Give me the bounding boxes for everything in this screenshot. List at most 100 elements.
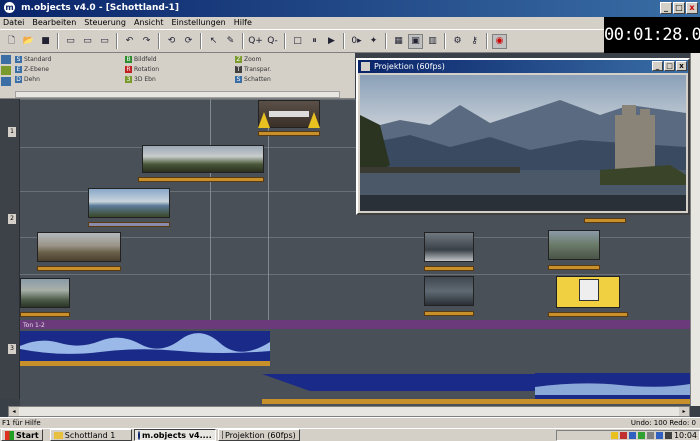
monitor-icon[interactable]: ▣ (408, 33, 423, 49)
tray-icon[interactable] (610, 432, 618, 439)
clip-bar[interactable] (548, 312, 628, 317)
image-clip[interactable] (20, 278, 70, 318)
image-clip[interactable] (258, 100, 320, 140)
insert-image-icon[interactable]: ▭ (63, 34, 78, 49)
tray-icon[interactable] (628, 432, 636, 439)
tray-icon[interactable] (646, 432, 654, 439)
loop-icon[interactable]: ⟲ (164, 34, 179, 49)
task-projektion[interactable]: Projektion (60fps) (217, 429, 300, 441)
tray-icon[interactable] (655, 432, 663, 439)
effect-item[interactable]: Z Zoom (235, 55, 335, 64)
new-file-icon[interactable]: 🗋 (4, 34, 19, 49)
effects-scrollbar[interactable] (15, 91, 340, 98)
projection-window[interactable]: Projektion (60fps) _ □ x (356, 58, 690, 215)
record-icon[interactable]: ◉ (492, 33, 507, 49)
effect-item[interactable]: R Rotation (125, 65, 235, 74)
audio-track[interactable] (20, 329, 690, 406)
clip-bar[interactable] (20, 312, 70, 317)
image-clip[interactable] (584, 216, 626, 226)
image-clip[interactable] (37, 232, 121, 272)
clip-bar[interactable] (424, 311, 474, 316)
stop-icon[interactable]: □ (290, 34, 305, 49)
taskbar: Start Schottland 1 m.objects v4.... Proj… (0, 428, 700, 441)
audio-waveform (20, 331, 690, 404)
effect-label: Standard (24, 56, 52, 63)
clip-thumbnail (20, 278, 70, 308)
track-tab[interactable]: 3 (8, 344, 16, 354)
save-icon[interactable]: ■ (38, 34, 53, 49)
settings-icon[interactable]: ⚙ (450, 34, 465, 49)
menu-datei[interactable]: Datei (3, 17, 24, 29)
task-mobjects[interactable]: m.objects v4.... (133, 429, 216, 441)
open-folder-icon[interactable]: 📂 (21, 34, 36, 49)
projection-maximize-button[interactable]: □ (664, 61, 675, 71)
audio-track-label: Ton 1-2 (23, 322, 45, 329)
effect-item[interactable]: E Z-Ebene (15, 65, 125, 74)
effect-item[interactable]: S Schatten (235, 75, 335, 84)
goto-start-icon[interactable]: 0▸ (349, 34, 364, 49)
clip-bar[interactable] (584, 218, 626, 223)
effect-item[interactable]: T Transpar. (235, 65, 335, 74)
undo-icon[interactable]: ↶ (122, 34, 137, 49)
effect-label: Transpar. (244, 66, 272, 73)
pen-icon[interactable]: ✎ (223, 34, 238, 49)
image-clip[interactable] (548, 276, 628, 318)
zoom-in-icon[interactable]: Q+ (248, 34, 263, 49)
insert-video-icon[interactable]: ▭ (97, 34, 112, 49)
effect-item[interactable]: B Bildfeld (125, 55, 235, 64)
clip-bar[interactable] (424, 266, 474, 271)
pointer-icon[interactable]: ↖ (206, 34, 221, 49)
audio-track-header[interactable]: Ton 1-2 (20, 320, 690, 329)
redo-icon[interactable]: ↷ (139, 34, 154, 49)
image-clip[interactable] (88, 188, 170, 228)
image-clip[interactable] (138, 145, 264, 185)
effect-label: Bildfeld (134, 56, 157, 63)
image-clip[interactable] (548, 230, 600, 272)
clip-bar[interactable] (88, 222, 170, 227)
clip-bar[interactable] (258, 131, 320, 136)
effects-panel-handle[interactable] (1, 55, 13, 97)
projection-minimize-button[interactable]: _ (652, 61, 663, 71)
clip-thumbnail (37, 232, 121, 262)
menu-hilfe[interactable]: Hilfe (234, 17, 252, 29)
image-clip[interactable] (424, 276, 474, 318)
toolbar-separator (242, 33, 244, 49)
effect-item[interactable]: 3 3D Ebn (125, 75, 235, 84)
clip-bar[interactable] (548, 265, 600, 270)
close-button[interactable]: x (686, 2, 698, 14)
clip-bar[interactable] (138, 177, 264, 182)
vertical-scrollbar[interactable] (690, 53, 700, 406)
scroll-left-arrow[interactable]: ◂ (9, 407, 19, 416)
wand-icon[interactable]: ✦ (366, 34, 381, 49)
menu-ansicht[interactable]: Ansicht (134, 17, 164, 29)
track-tab[interactable]: 2 (8, 214, 16, 224)
projection-icon[interactable]: ▦ (391, 34, 406, 49)
menu-einstellungen[interactable]: Einstellungen (171, 17, 225, 29)
effect-item[interactable]: D Dehn (15, 75, 125, 84)
pause-icon[interactable]: ⏸ (307, 34, 322, 49)
speaker-icon[interactable] (664, 432, 672, 439)
horizontal-scrollbar[interactable]: ◂ ▸ (8, 406, 690, 417)
maximize-button[interactable]: □ (673, 2, 685, 14)
effect-item[interactable]: S Standard (15, 55, 125, 64)
projection-close-button[interactable]: x (676, 61, 687, 71)
task-schottland[interactable]: Schottland 1 (49, 429, 132, 441)
track-tab[interactable]: 1 (8, 127, 16, 137)
sync-icon[interactable]: ⟳ (181, 34, 196, 49)
clip-bar[interactable] (37, 266, 121, 271)
tray-icon[interactable] (637, 432, 645, 439)
menu-bearbeiten[interactable]: Bearbeiten (32, 17, 76, 29)
menu-steuerung[interactable]: Steuerung (84, 17, 126, 29)
grid-icon[interactable]: ▥ (425, 34, 440, 49)
key-icon[interactable]: ⚷ (467, 34, 482, 49)
clock: 10:04 (673, 431, 697, 440)
start-button[interactable]: Start (1, 429, 43, 441)
zoom-out-icon[interactable]: Q- (265, 34, 280, 49)
image-field-icon: B (125, 56, 132, 63)
tray-icon[interactable] (619, 432, 627, 439)
image-clip[interactable] (424, 232, 474, 272)
scroll-right-arrow[interactable]: ▸ (679, 407, 689, 416)
minimize-button[interactable]: _ (660, 2, 672, 14)
insert-sound-icon[interactable]: ▭ (80, 34, 95, 49)
play-icon[interactable]: ▶ (324, 34, 339, 49)
